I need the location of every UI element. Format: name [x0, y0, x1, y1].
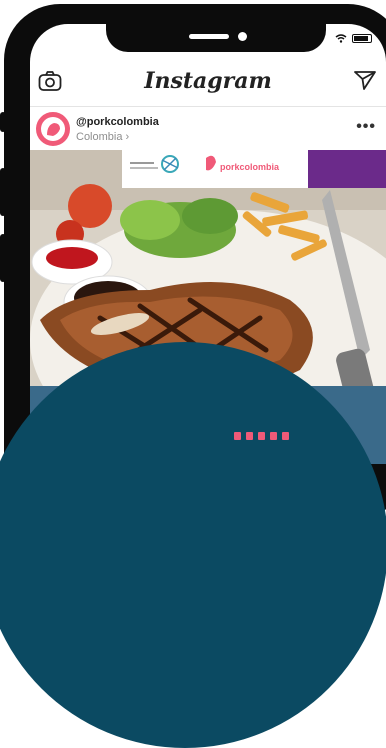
phone-button — [0, 168, 6, 216]
post-header: @porkcolombia Colombia › ••• — [30, 110, 386, 150]
dot — [282, 432, 289, 440]
chevron-right-icon: › — [125, 131, 130, 143]
speaker — [189, 34, 229, 39]
dot — [258, 432, 265, 440]
post-location[interactable]: Colombia › — [76, 131, 129, 143]
phone-button — [0, 234, 6, 282]
avatar[interactable] — [36, 112, 70, 146]
avatar-image — [41, 117, 65, 141]
wifi-icon — [335, 34, 347, 43]
decorative-circle — [0, 342, 386, 748]
status-bar — [335, 34, 372, 43]
dot — [246, 432, 253, 440]
battery-icon — [352, 34, 372, 43]
header-divider — [30, 106, 386, 107]
post-username[interactable]: @porkcolombia — [76, 116, 159, 128]
more-icon[interactable]: ••• — [356, 118, 376, 136]
front-camera — [238, 32, 247, 41]
send-icon[interactable] — [354, 70, 376, 90]
pork-logo-icon — [47, 123, 60, 136]
notch — [106, 24, 326, 52]
phone-button — [0, 112, 6, 132]
dot — [270, 432, 277, 440]
app-header: Instagram — [30, 64, 386, 108]
banner-brand-text: porkcolombia — [220, 162, 280, 172]
pagination-dots — [234, 432, 289, 440]
location-text: Colombia — [76, 131, 123, 143]
purple-band — [308, 150, 386, 188]
app-logo: Instagram — [144, 68, 272, 94]
dot — [234, 432, 241, 440]
